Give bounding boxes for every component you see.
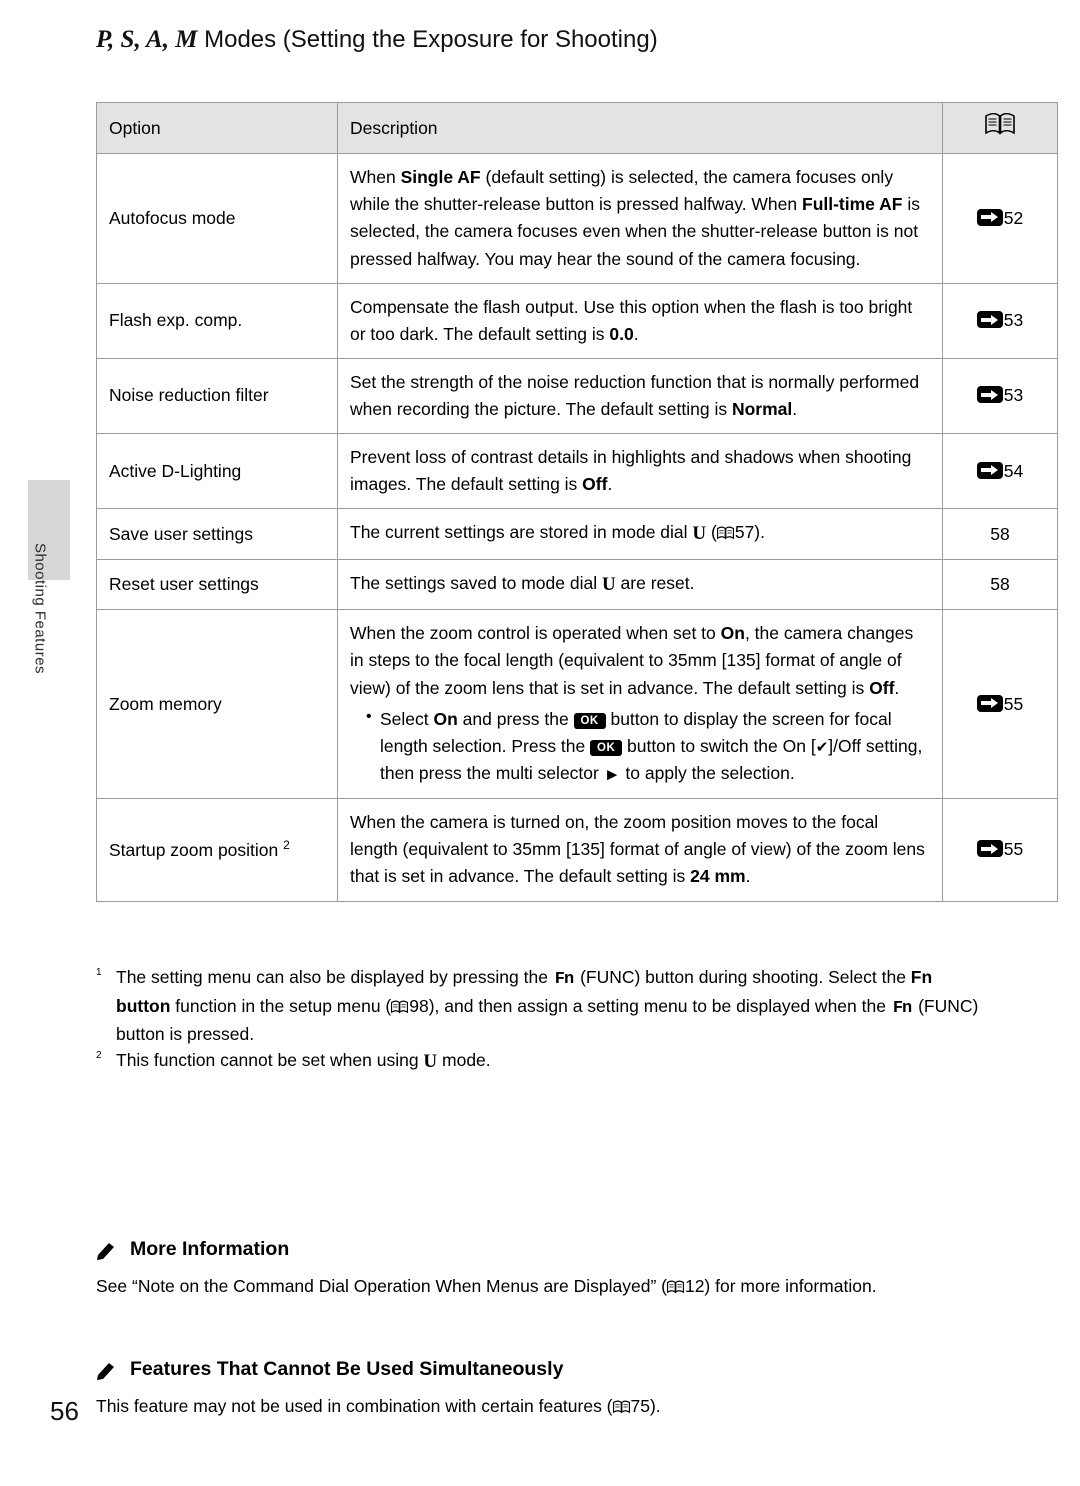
table-row: Noise reduction filter Set the strength o… xyxy=(96,357,1058,435)
section-heading: More Information xyxy=(96,1238,986,1261)
e-mark-icon xyxy=(976,386,1003,404)
table-body: Autofocus mode When Single AF (default se… xyxy=(96,153,1058,902)
description-cell: Compensate the flash output. Use this op… xyxy=(337,282,943,359)
description-cell: Set the strength of the noise reduction … xyxy=(337,357,943,435)
pencil-icon xyxy=(96,1240,118,1260)
option-cell: Active D-Lighting xyxy=(96,433,338,510)
pencil-icon xyxy=(96,1360,118,1380)
table-row: Flash exp. comp. Compensate the flash out… xyxy=(96,282,1058,359)
e-mark-icon xyxy=(976,311,1003,329)
page-title: P, S, A, M Modes (Setting the Exposure f… xyxy=(96,26,658,54)
option-cell: Startup zoom position 2 xyxy=(96,798,338,902)
e-mark-icon xyxy=(976,840,1003,858)
side-tab-label: Shooting Features xyxy=(31,542,49,675)
bullet-list: Select On and press the OK button to dis… xyxy=(350,705,930,789)
book-icon xyxy=(985,112,1015,143)
reference-cell: 55 xyxy=(942,609,1058,800)
reference-cell: 53 xyxy=(942,282,1058,359)
section-heading: Features That Cannot Be Used Simultaneou… xyxy=(96,1358,986,1381)
bullet-item: Select On and press the OK button to dis… xyxy=(366,705,930,789)
page-title-rest: Modes (Setting the Exposure for Shooting… xyxy=(197,26,658,53)
column-header-option: Option xyxy=(96,101,338,155)
option-cell: Flash exp. comp. xyxy=(96,282,338,359)
table-row: Autofocus mode When Single AF (default se… xyxy=(96,153,1058,284)
reference-cell: 58 xyxy=(942,558,1058,611)
description-cell: When Single AF (default setting) is sele… xyxy=(337,153,943,284)
manual-page: Shooting Features P, S, A, M Modes (Sett… xyxy=(0,0,1080,1486)
description-cell: Prevent loss of contrast details in high… xyxy=(337,433,943,510)
page-title-symbols: P, S, A, M xyxy=(96,26,198,53)
table-row: Reset user settings The settings saved to… xyxy=(96,558,1058,611)
footnote: 2 This function cannot be set when using … xyxy=(96,1047,986,1077)
section-body: See “Note on the Command Dial Operation … xyxy=(96,1276,877,1296)
reference-cell: 54 xyxy=(942,433,1058,510)
table-row: Active D-Lighting Prevent loss of contras… xyxy=(96,433,1058,510)
footnote-number: 1 xyxy=(96,967,102,978)
page-number: 56 xyxy=(50,1396,79,1426)
table-row: Startup zoom position 2 When the camera i… xyxy=(96,798,1058,902)
section-body: This feature may not be used in combinat… xyxy=(96,1396,661,1416)
footnotes: 1 The setting menu can also be displayed … xyxy=(96,964,986,1077)
footnote: 1 The setting menu can also be displayed … xyxy=(96,964,986,1047)
column-header-reference xyxy=(942,101,1058,155)
option-cell: Save user settings xyxy=(96,508,338,560)
section-features-conflict: Features That Cannot Be Used Simultaneou… xyxy=(96,1358,986,1420)
section-heading-text: More Information xyxy=(130,1238,290,1260)
description-cell: When the camera is turned on, the zoom p… xyxy=(337,798,943,902)
option-cell: Autofocus mode xyxy=(96,153,338,284)
table-header: Option Description xyxy=(96,101,1058,155)
reference-cell: 52 xyxy=(942,153,1058,284)
section-heading-text: Features That Cannot Be Used Simultaneou… xyxy=(130,1358,564,1380)
option-cell: Reset user settings xyxy=(96,558,338,611)
option-cell: Noise reduction filter xyxy=(96,357,338,435)
e-mark-icon xyxy=(976,461,1003,479)
table-row: Zoom memory When the zoom control is oper… xyxy=(96,609,1058,800)
table-row: Save user settings The current settings a… xyxy=(96,508,1058,560)
description-cell: The current settings are stored in mode … xyxy=(337,508,943,560)
column-header-description: Description xyxy=(337,101,943,155)
e-mark-icon xyxy=(976,694,1003,712)
e-mark-icon xyxy=(976,208,1003,226)
reference-cell: 58 xyxy=(942,508,1058,560)
reference-cell: 55 xyxy=(942,798,1058,902)
option-cell: Zoom memory xyxy=(96,609,338,800)
footnote-text: The setting menu can also be displayed b… xyxy=(116,967,979,1044)
settings-table: Option Description Autofocus mode When Si… xyxy=(96,101,1058,902)
reference-cell: 53 xyxy=(942,357,1058,435)
description-cell: When the zoom control is operated when s… xyxy=(337,609,943,800)
footnote-number: 2 xyxy=(96,1050,102,1062)
footnote-text: This function cannot be set when using U… xyxy=(116,1050,491,1073)
table-header-row: Option Description xyxy=(96,101,1058,155)
description-cell: The settings saved to mode dial U are re… xyxy=(337,558,943,611)
section-more-information: More Information See “Note on the Comman… xyxy=(96,1238,986,1300)
